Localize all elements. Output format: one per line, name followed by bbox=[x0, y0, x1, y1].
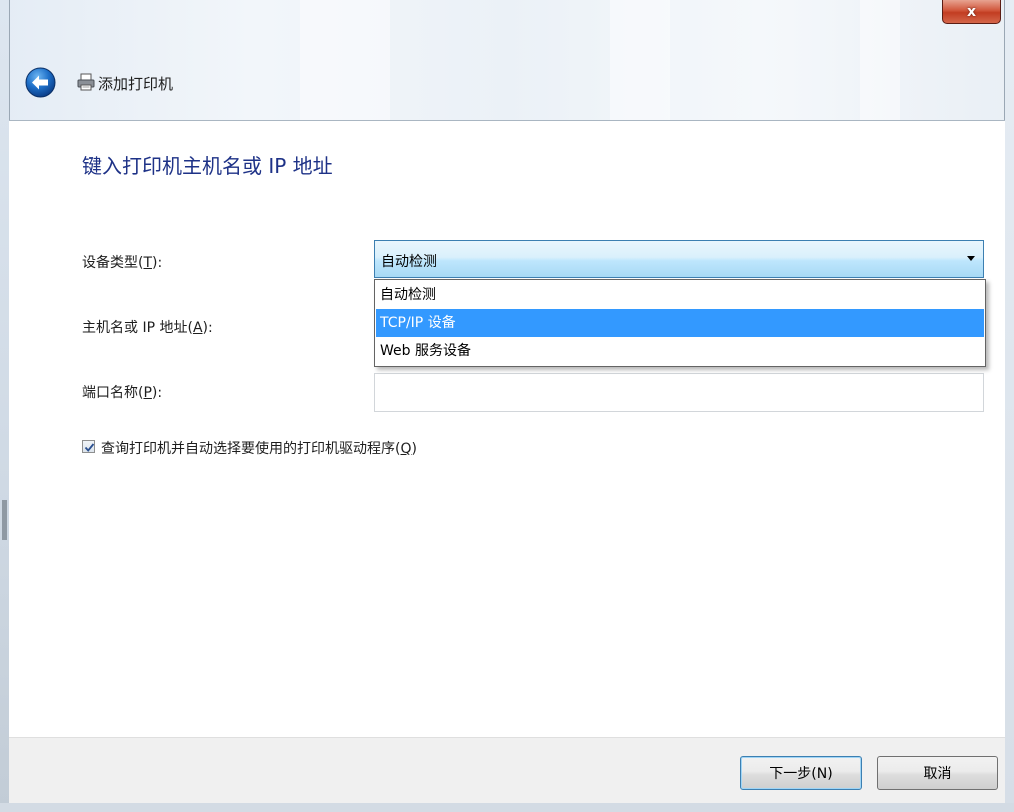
button-bar: 下一步(N) 取消 bbox=[9, 737, 1005, 804]
glass-streak bbox=[860, 0, 900, 120]
cancel-button[interactable]: 取消 bbox=[877, 756, 998, 790]
checkmark-icon bbox=[84, 443, 95, 452]
back-button[interactable] bbox=[25, 67, 56, 98]
label-suffix: ): bbox=[151, 385, 163, 401]
glass-streak bbox=[610, 0, 670, 120]
label-text: 设备类型( bbox=[82, 255, 144, 271]
window-frame-right bbox=[1004, 0, 1014, 812]
label-text: 端口名称( bbox=[82, 385, 144, 401]
access-key: P bbox=[143, 385, 152, 401]
access-key: A bbox=[192, 320, 203, 336]
next-button[interactable]: 下一步(N) bbox=[740, 756, 862, 790]
query-printer-label[interactable]: 查询打印机并自动选择要使用的打印机驱动程序(Q) bbox=[101, 438, 417, 458]
label-suffix: ) bbox=[411, 441, 417, 457]
access-key: Q bbox=[400, 441, 412, 457]
resize-grip[interactable] bbox=[2, 500, 7, 540]
device-type-dropdown-list: 自动检测 TCP/IP 设备 Web 服务设备 bbox=[374, 279, 986, 367]
device-type-select[interactable]: 自动检测 bbox=[374, 240, 984, 278]
back-arrow-icon bbox=[25, 67, 56, 98]
label-suffix: ): bbox=[152, 255, 163, 271]
title-bar[interactable] bbox=[0, 0, 1014, 120]
close-button[interactable]: x bbox=[942, 0, 1001, 24]
query-printer-checkbox[interactable] bbox=[82, 440, 95, 453]
label-suffix: ): bbox=[202, 320, 213, 336]
label-text: 查询打印机并自动选择要使用的打印机驱动程序( bbox=[101, 441, 401, 457]
glass-streak bbox=[300, 0, 390, 120]
page-title: 键入打印机主机名或 IP 地址 bbox=[82, 154, 333, 178]
window-frame-bottom bbox=[0, 803, 1014, 812]
dropdown-option-tcpip[interactable]: TCP/IP 设备 bbox=[376, 309, 984, 337]
dropdown-option-auto-detect[interactable]: 自动检测 bbox=[376, 281, 984, 309]
hostname-label: 主机名或 IP 地址(A): bbox=[82, 317, 213, 337]
dropdown-arrow-icon[interactable] bbox=[967, 256, 975, 261]
printer-icon bbox=[76, 72, 96, 92]
window-title: 添加打印机 bbox=[98, 75, 174, 93]
content-panel bbox=[9, 120, 1005, 738]
port-name-input[interactable] bbox=[374, 373, 984, 412]
port-name-label: 端口名称(P): bbox=[82, 382, 162, 402]
dropdown-option-web-services[interactable]: Web 服务设备 bbox=[376, 337, 984, 365]
device-type-label: 设备类型(T): bbox=[82, 252, 162, 272]
device-type-value: 自动检测 bbox=[381, 254, 437, 270]
label-text: 主机名或 IP 地址( bbox=[82, 320, 193, 336]
access-key: T bbox=[143, 255, 153, 271]
close-icon: x bbox=[966, 3, 977, 20]
add-printer-dialog: x 添加打印机 键入打印机主机名或 IP 地址 设备类型(T): 自动检测 自动… bbox=[0, 0, 1014, 812]
